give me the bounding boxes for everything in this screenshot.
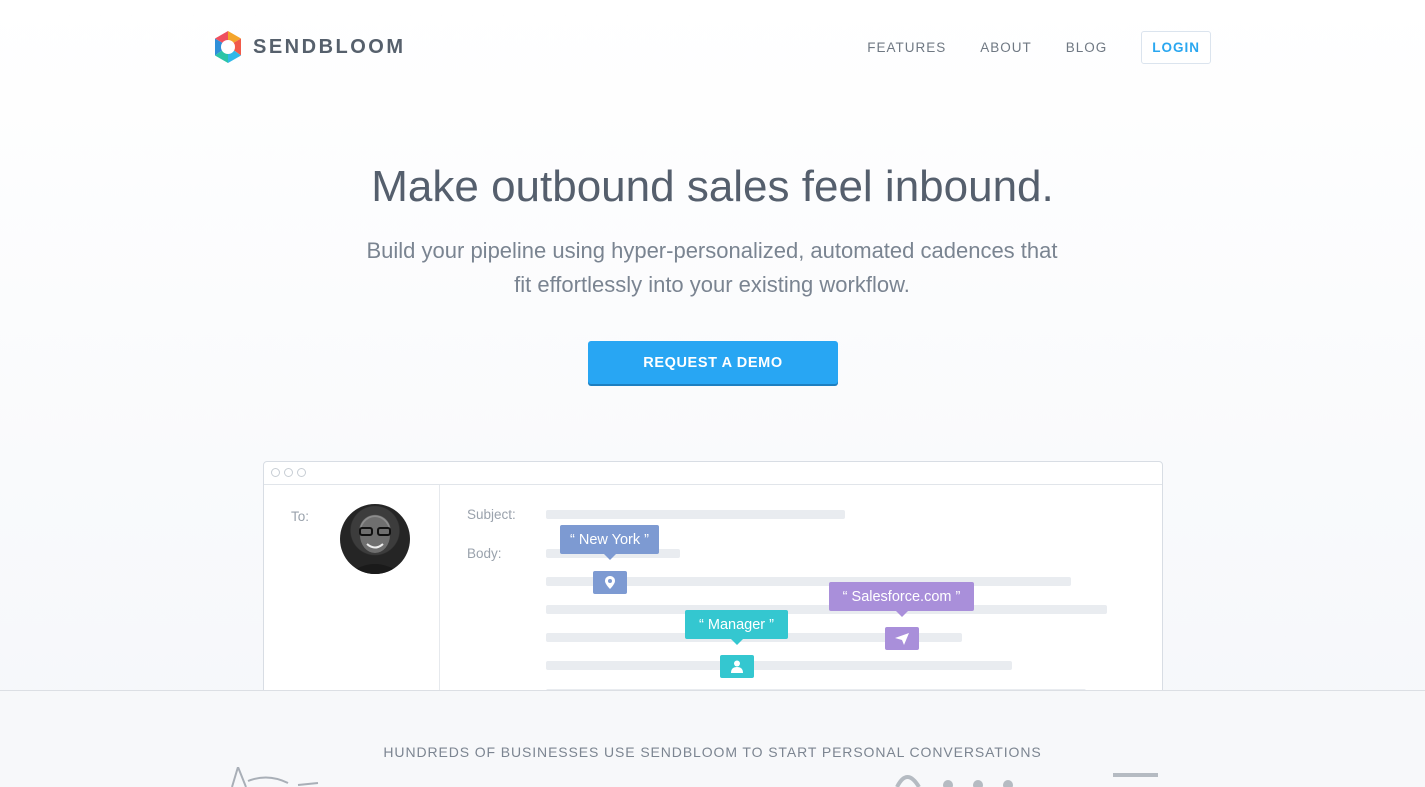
nav-links: FEATURES ABOUT BLOG LOGIN [833,31,1211,64]
brand-name: SENDBLOOM [253,35,406,58]
window-dot-icon [271,468,280,477]
subject-placeholder-line [546,510,845,519]
company-tag-text: “ Salesforce.com ” [842,588,961,605]
nav-link-about[interactable]: ABOUT [980,40,1032,55]
hero-subtitle: Build your pipeline using hyper-personal… [366,238,1058,297]
send-icon [885,627,919,650]
to-label: To: [291,509,310,524]
title-tag-text: “ Manager ” [699,616,774,633]
location-merge-tag[interactable]: “ New York ” [560,525,659,560]
customer-logo-icon [895,773,1158,787]
person-icon [720,655,754,678]
brand-logo[interactable]: SENDBLOOM [212,30,406,64]
body-placeholder-line [546,605,1107,614]
hero-title: Make outbound sales feel inbound. [371,162,1054,211]
sendbloom-logo-icon [215,31,241,63]
social-proof-heading: HUNDREDS OF BUSINESSES USE SENDBLOOM TO … [383,744,1042,760]
request-demo-button[interactable]: REQUEST A DEMO [588,341,838,384]
recipient-panel: To: [264,485,440,702]
customer-logo-icon [231,767,319,787]
title-merge-tag[interactable]: “ Manager ” [685,610,788,645]
recipient-avatar [340,504,410,574]
body-label: Body: [467,546,502,561]
window-dot-icon [297,468,306,477]
social-proof-section: HUNDREDS OF BUSINESSES USE SENDBLOOM TO … [0,690,1425,787]
map-pin-icon [593,571,627,594]
top-navigation: SENDBLOOM FEATURES ABOUT BLOG LOGIN [0,0,1425,96]
window-titlebar [264,462,1162,485]
nav-link-blog[interactable]: BLOG [1066,40,1108,55]
nav-link-features[interactable]: FEATURES [867,40,946,55]
body-placeholder-line [546,661,1012,670]
location-tag-text: “ New York ” [570,531,649,548]
company-merge-tag[interactable]: “ Salesforce.com ” [829,582,974,617]
subject-label: Subject: [467,507,516,522]
login-button[interactable]: LOGIN [1141,31,1211,64]
window-dot-icon [284,468,293,477]
email-mockup-window: To: Subject: Body: “ New York ” “ Manage… [263,461,1163,703]
